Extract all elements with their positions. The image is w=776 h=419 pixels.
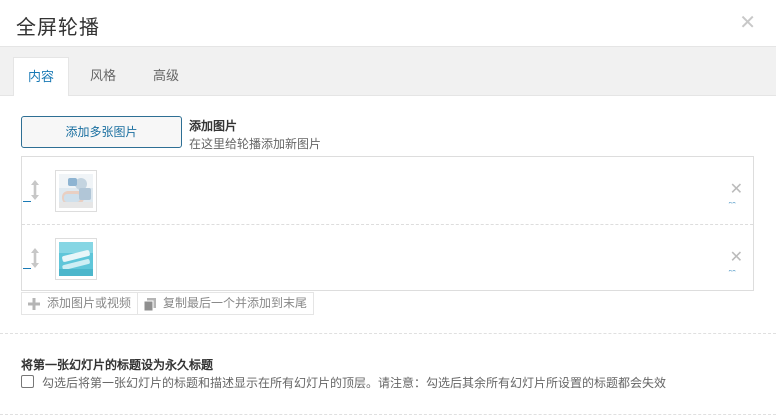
slide-thumbnail[interactable] bbox=[55, 238, 97, 280]
slide-row: ✕ ᵔᵔ bbox=[22, 224, 753, 291]
sort-indicator bbox=[23, 201, 31, 202]
remove-slide-icon[interactable]: ✕ bbox=[730, 181, 743, 197]
add-image-or-video-button[interactable]: 添加图片或视频 bbox=[22, 293, 137, 314]
section-divider bbox=[0, 333, 776, 334]
duplicate-last-label: 复制最后一个并添加到末尾 bbox=[163, 296, 308, 310]
content-panel: 添加多张图片 添加图片 在这里给轮播添加新图片 ✕ ᵔᵔ ✕ ᵔᵔ 添加图片或视… bbox=[0, 96, 776, 419]
dialog-title: 全屏轮播 bbox=[16, 15, 100, 39]
add-images-title: 添加图片 bbox=[189, 119, 238, 133]
slide-list: ✕ ᵔᵔ ✕ ᵔᵔ bbox=[21, 156, 754, 291]
expand-slide-icon[interactable]: ᵔᵔ bbox=[729, 201, 736, 211]
tab-style[interactable]: 风格 bbox=[76, 57, 130, 96]
slide-thumbnail[interactable] bbox=[55, 170, 97, 212]
copy-icon bbox=[143, 297, 157, 311]
tab-advanced[interactable]: 高级 bbox=[139, 57, 193, 96]
section-divider bbox=[0, 414, 776, 415]
duplicate-last-button[interactable]: 复制最后一个并添加到末尾 bbox=[137, 293, 313, 314]
plus-icon bbox=[28, 297, 40, 310]
expand-slide-icon[interactable]: ᵔᵔ bbox=[729, 269, 736, 279]
move-handle-icon[interactable] bbox=[29, 179, 41, 201]
add-multiple-images-button[interactable]: 添加多张图片 bbox=[21, 116, 182, 148]
permanent-title-heading: 将第一张幻灯片的标题设为永久标题 bbox=[21, 358, 214, 372]
close-icon[interactable]: ✕ bbox=[739, 12, 756, 32]
slide-list-actions: 添加图片或视频 复制最后一个并添加到末尾 bbox=[21, 292, 315, 315]
tab-content[interactable]: 内容 bbox=[13, 57, 70, 97]
move-handle-icon[interactable] bbox=[29, 247, 41, 269]
image-icon bbox=[59, 174, 93, 208]
slide-row: ✕ ᵔᵔ bbox=[22, 157, 753, 224]
dialog-header: 全屏轮播 ✕ bbox=[0, 0, 776, 47]
add-images-description: 在这里给轮播添加新图片 bbox=[189, 137, 322, 151]
add-image-or-video-label: 添加图片或视频 bbox=[47, 296, 132, 310]
permanent-title-checkbox-label: 勾选后将第一张幻灯片的标题和描述显示在所有幻灯片的顶层。请注意：勾选后其余所有幻… bbox=[42, 376, 667, 390]
permanent-title-checkbox[interactable] bbox=[21, 375, 34, 388]
tab-bar: 内容 风格 高级 bbox=[0, 47, 776, 97]
image-icon bbox=[59, 242, 93, 276]
remove-slide-icon[interactable]: ✕ bbox=[730, 249, 743, 265]
